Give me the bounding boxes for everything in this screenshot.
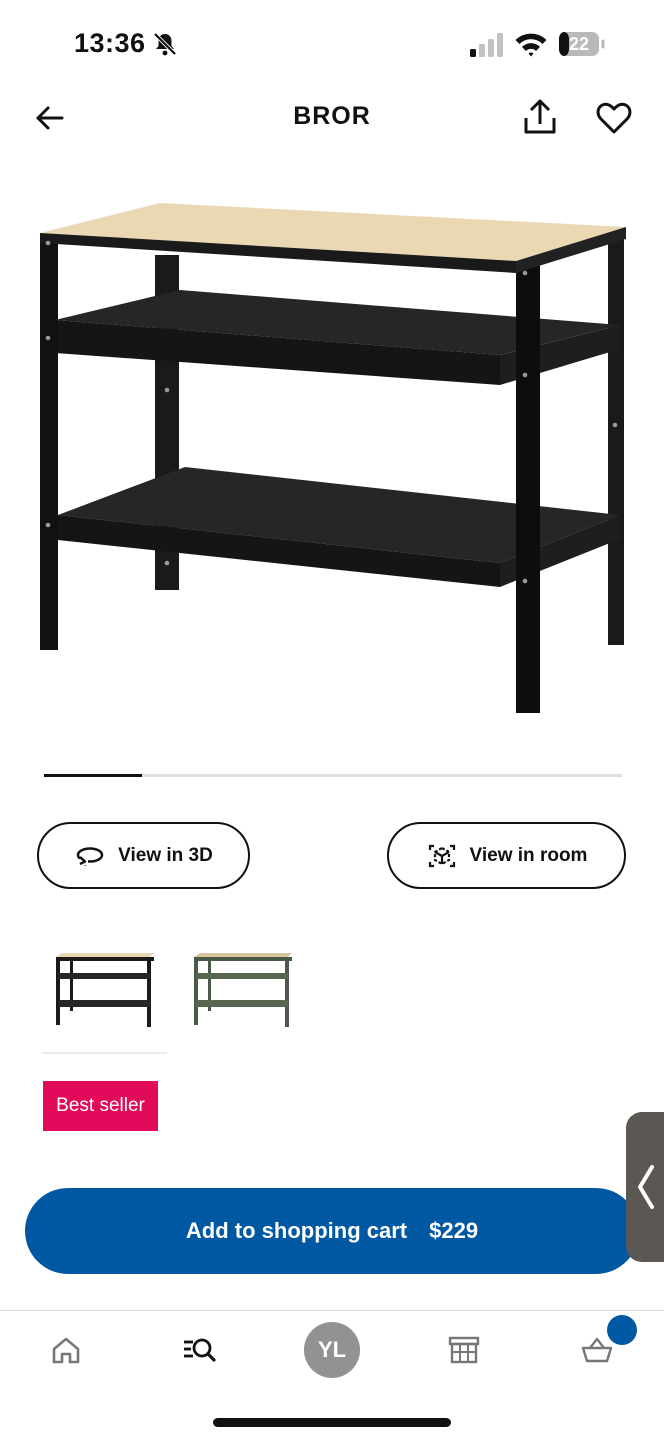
rotate-3d-icon xyxy=(76,846,104,866)
view-in-3d-button[interactable]: View in 3D xyxy=(37,822,250,889)
heart-icon[interactable] xyxy=(594,98,634,138)
add-to-cart-button[interactable]: Add to shopping cart $229 xyxy=(25,1188,639,1274)
side-panel-handle[interactable] xyxy=(626,1112,664,1262)
view-in-3d-label: View in 3D xyxy=(118,844,213,866)
add-to-cart-label: Add to shopping cart xyxy=(185,1218,408,1243)
tab-store[interactable] xyxy=(436,1322,492,1378)
tab-bar-divider xyxy=(0,1310,664,1311)
tab-home[interactable] xyxy=(38,1322,94,1378)
carousel-progress-fill xyxy=(44,774,143,777)
avatar: YL xyxy=(304,1322,360,1378)
store-icon xyxy=(448,1336,480,1364)
chevron-left-icon xyxy=(638,1165,654,1209)
variant-selected-indicator xyxy=(43,1052,167,1054)
bell-off-icon xyxy=(153,32,177,56)
product-image[interactable] xyxy=(30,195,640,725)
product-price: $229 xyxy=(429,1218,479,1243)
cart-notification-dot xyxy=(607,1315,637,1345)
home-indicator xyxy=(213,1418,451,1427)
best-seller-badge: Best seller xyxy=(43,1081,158,1131)
image-carousel-progress xyxy=(44,774,622,777)
status-bar: 13:36 22 xyxy=(0,0,664,92)
share-icon[interactable] xyxy=(520,96,560,138)
signal-icon xyxy=(470,33,503,57)
variant-green-thumbnail[interactable] xyxy=(188,945,300,1045)
variant-black-thumbnail[interactable] xyxy=(50,945,162,1045)
ar-cube-icon xyxy=(428,844,455,867)
page-title: BROR xyxy=(293,102,371,130)
home-icon xyxy=(52,1337,80,1364)
view-in-room-label: View in room xyxy=(469,844,588,866)
status-time: 13:36 xyxy=(74,28,146,58)
view-in-room-button[interactable]: View in room xyxy=(387,822,626,889)
wifi-icon xyxy=(515,33,547,57)
battery-level: 22 xyxy=(568,34,590,54)
product-header: BROR xyxy=(0,88,664,148)
search-list-icon xyxy=(184,1338,216,1362)
tab-search[interactable] xyxy=(171,1322,227,1378)
tab-profile[interactable]: YL xyxy=(304,1322,360,1378)
